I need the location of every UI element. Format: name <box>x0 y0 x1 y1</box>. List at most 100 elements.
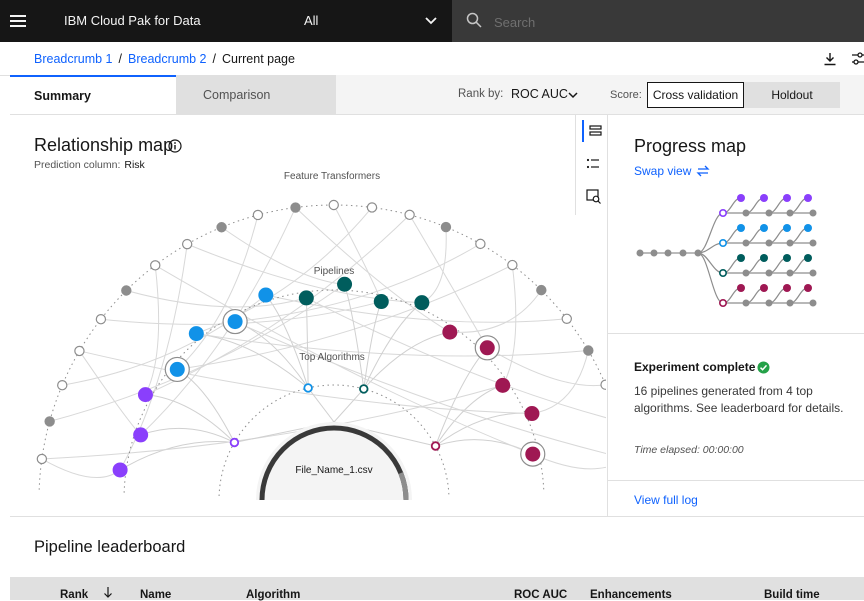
progress-map-title: Progress map <box>634 136 747 156</box>
breadcrumb-link-1[interactable]: Breadcrumb 1 <box>34 52 113 66</box>
rank-by-dropdown[interactable]: ROC AUC <box>511 87 568 101</box>
progress-step-node <box>809 269 817 277</box>
breadcrumb-bar: Breadcrumb 1 / Breadcrumb 2 / Current page <box>0 42 864 76</box>
pipeline-node <box>495 377 511 393</box>
swap-arrows-icon[interactable] <box>696 164 710 178</box>
progress-pipeline-node <box>783 224 791 232</box>
transformer-link <box>502 264 517 386</box>
context-switcher[interactable]: All <box>276 0 452 42</box>
progress-panel: Progress map Swap view Experiment comple… <box>607 115 864 517</box>
algorithm-node <box>359 384 369 394</box>
sort-arrow-down-icon[interactable] <box>103 586 113 598</box>
transformer-node <box>216 222 227 233</box>
rank-by-label: Rank by: <box>458 88 504 100</box>
progress-pipeline-node <box>804 254 812 262</box>
chevron-down-icon[interactable] <box>567 89 579 101</box>
pipeline-node <box>479 340 495 356</box>
column-header-roc-auc[interactable]: ROC AUC <box>514 589 567 601</box>
progress-algorithm-node <box>719 269 728 278</box>
progress-pipeline-node <box>760 254 768 262</box>
algorithm-node <box>430 441 441 451</box>
progress-step-node <box>742 209 750 217</box>
download-icon[interactable] <box>822 51 838 67</box>
pipeline-node <box>112 462 128 478</box>
relationship-map-canvas[interactable]: Feature Transformers Pipelines Top Algor… <box>10 115 606 516</box>
algorithm-link <box>333 388 365 423</box>
pipeline-link <box>265 294 309 389</box>
progress-pipeline-node <box>737 284 745 292</box>
progress-root-node <box>636 249 644 257</box>
column-header-algorithm[interactable]: Algorithm <box>246 589 300 601</box>
map-view-toolbar <box>575 115 608 215</box>
pipeline-link <box>435 439 533 455</box>
leaderboard-header: Rank Name Algorithm ROC AUC Enhancements… <box>10 577 864 601</box>
transformer-node <box>561 313 572 324</box>
transformer-node <box>44 416 55 427</box>
chevron-down-icon <box>425 17 437 25</box>
transformer-node <box>290 202 301 213</box>
transformer-node <box>95 313 107 325</box>
progress-pipeline-node <box>760 224 768 232</box>
pipeline-node <box>525 446 541 462</box>
progress-pipeline-node <box>804 194 812 202</box>
progress-root-node <box>650 249 658 257</box>
search-box[interactable] <box>452 0 864 42</box>
zoom-fit-icon[interactable] <box>582 185 604 207</box>
view-full-log-link[interactable]: View full log <box>634 493 698 507</box>
search-input[interactable] <box>492 10 796 34</box>
progress-link <box>697 212 724 254</box>
transformer-node <box>600 379 606 390</box>
score-label: Score: <box>610 89 642 101</box>
pipeline-node <box>524 406 540 422</box>
transformer-link <box>145 265 160 395</box>
ring-label-feature-transformers: Feature Transformers <box>284 171 380 182</box>
transformer-node <box>74 345 85 357</box>
transformer-node <box>440 221 452 233</box>
pipeline-link <box>363 302 423 390</box>
progress-map-graph[interactable] <box>628 180 858 315</box>
divider <box>608 480 864 481</box>
transformer-link <box>79 350 142 436</box>
progress-step-node <box>809 299 817 307</box>
score-cross-validation-button[interactable]: Cross validation <box>647 82 744 108</box>
algorithm-node <box>303 383 313 393</box>
transformer-node <box>252 209 264 221</box>
score-holdout-button[interactable]: Holdout <box>744 82 840 108</box>
progress-link <box>697 252 724 304</box>
column-header-enhancements[interactable]: Enhancements <box>590 589 672 601</box>
time-elapsed: Time elapsed: 00:00:00 <box>634 444 744 456</box>
column-header-rank[interactable]: Rank <box>60 589 88 601</box>
algorithm-link <box>307 387 335 423</box>
tab-comparison[interactable]: Comparison <box>176 75 336 114</box>
pipeline-link <box>119 441 235 471</box>
bullet-list-icon[interactable] <box>582 153 604 175</box>
tab-summary-label: Summary <box>34 89 91 103</box>
progress-pipeline-node <box>760 194 768 202</box>
column-header-build-time[interactable]: Build time <box>764 589 820 601</box>
transformer-link <box>62 294 267 386</box>
progress-pipeline-node <box>737 224 745 232</box>
progress-pipeline-node <box>783 254 791 262</box>
list-view-icon[interactable] <box>582 120 606 142</box>
transformer-node <box>507 259 518 271</box>
settings-adjust-icon[interactable] <box>852 51 864 67</box>
tab-summary[interactable]: Summary <box>10 75 176 114</box>
ring-label-top-algorithms: Top Algorithms <box>299 352 365 363</box>
progress-step-node <box>786 299 794 307</box>
center-file-name: File_Name_1.csv <box>295 465 372 476</box>
transformer-node <box>57 380 68 391</box>
checkmark-filled-icon <box>757 361 770 374</box>
progress-pipeline-node <box>783 194 791 202</box>
view-tabs-toolbar: Summary Comparison Rank by: ROC AUC Scor… <box>10 75 864 115</box>
experiment-status: Experiment complete <box>634 360 756 374</box>
pipeline-node <box>133 427 149 443</box>
progress-nodes <box>636 194 817 308</box>
swap-view-link[interactable]: Swap view <box>634 164 691 178</box>
transformer-node <box>475 238 486 250</box>
product-name[interactable]: IBM Cloud Pak for Data <box>64 13 201 28</box>
menu-icon[interactable] <box>10 12 26 30</box>
pipeline-node <box>188 326 204 342</box>
column-header-name[interactable]: Name <box>140 589 171 601</box>
transformer-node <box>181 238 193 250</box>
breadcrumb-link-2[interactable]: Breadcrumb 2 <box>128 52 207 66</box>
